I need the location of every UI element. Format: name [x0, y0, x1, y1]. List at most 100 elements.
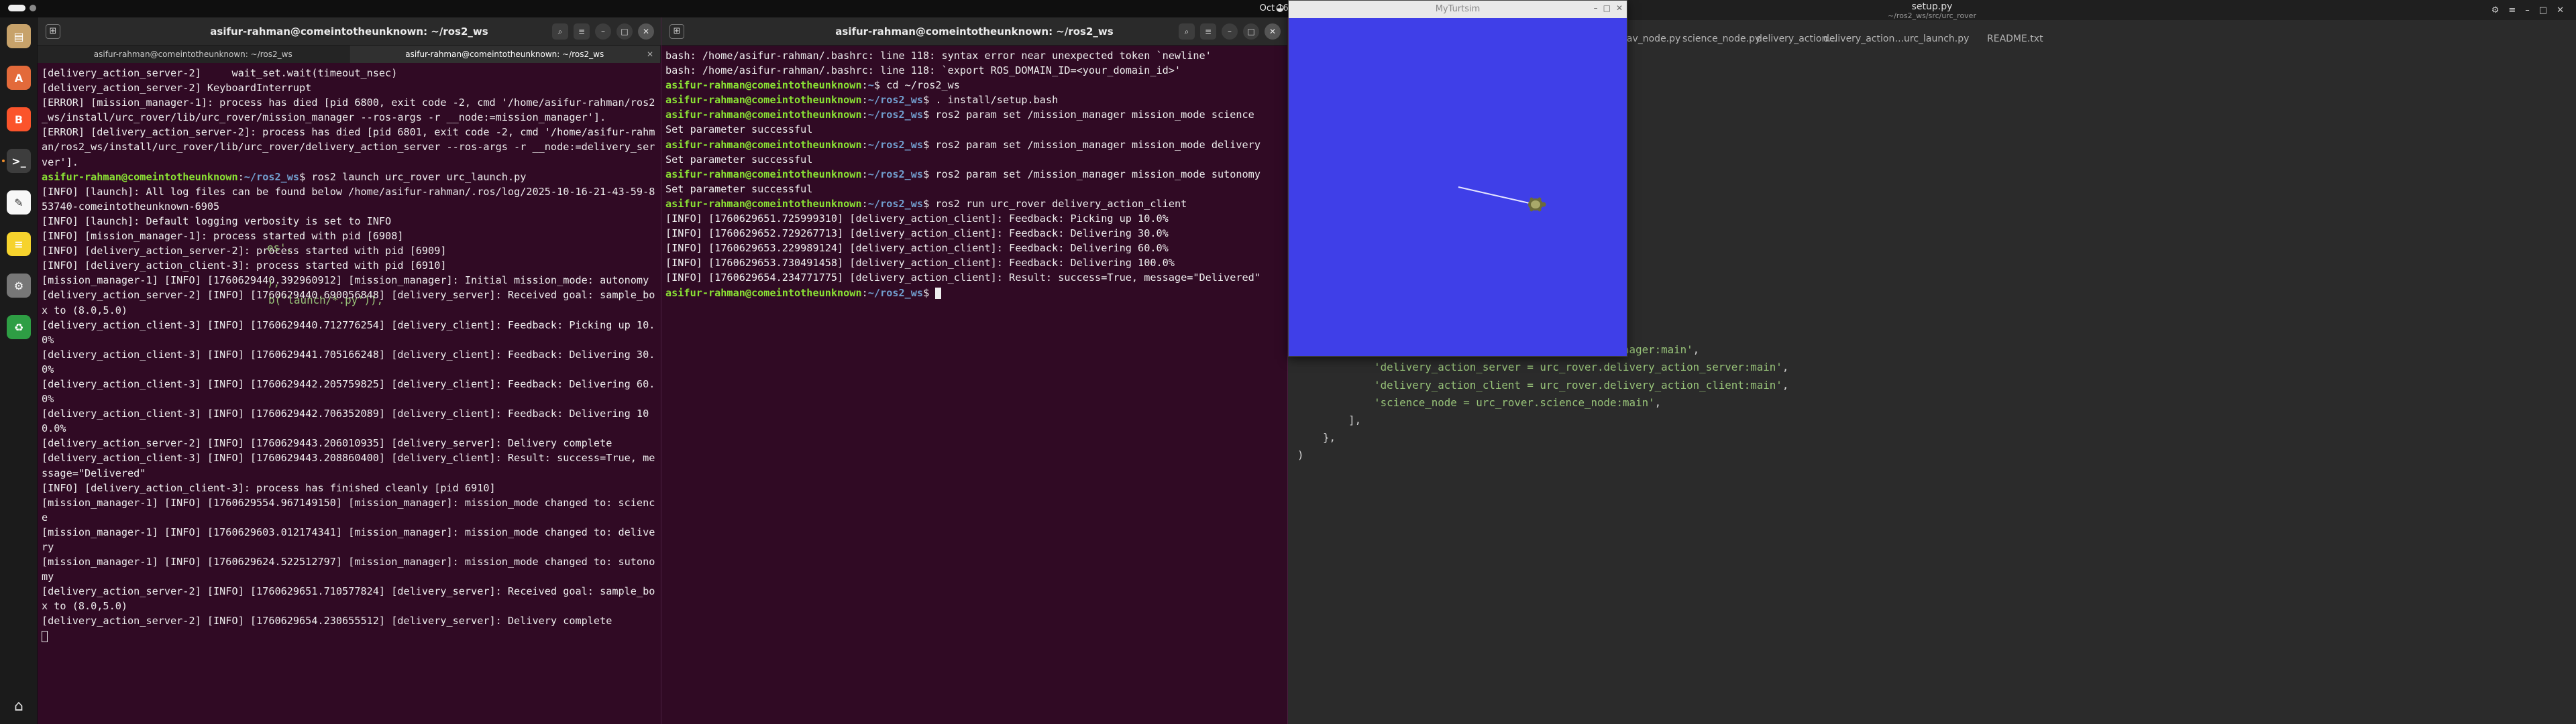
prompt-user: asifur-rahman@comeintotheunknown — [665, 138, 862, 151]
terminal-line: [delivery_action_server-2] KeyboardInter… — [42, 82, 312, 95]
code-line: ], — [1297, 412, 2559, 429]
command-text: ros2 run urc_rover delivery_action_clien… — [935, 197, 1187, 210]
terminal-line: [INFO] [mission_manager-1]: process star… — [42, 230, 404, 243]
terminal-line: [delivery_action_server-2] wait_set.wait… — [42, 67, 398, 79]
editor-tab[interactable]: urc_launch.py — [1904, 34, 1969, 44]
menu-icon[interactable]: ≡ — [1200, 23, 1216, 40]
terminal-tab-1[interactable]: asifur-rahman@comeintotheunknown: ~/ros2… — [38, 46, 350, 63]
terminal-icon[interactable]: >_ — [7, 149, 31, 173]
terminal-line: [INFO] [1760629652.729267713] [delivery_… — [665, 227, 1169, 240]
terminal-window-right[interactable]: ⊞ asifur-rahman@comeintotheunknown: ~/ro… — [661, 17, 1288, 724]
terminal-line: Set parameter successful — [665, 182, 813, 195]
maximize-icon[interactable]: □ — [2539, 5, 2547, 15]
prompt-user: asifur-rahman@comeintotheunknown — [42, 170, 238, 183]
code-token: , — [1693, 343, 1700, 357]
turtlesim-canvas — [1458, 186, 1546, 212]
app-a-icon[interactable]: A — [7, 66, 31, 90]
close-tab-icon[interactable]: ✕ — [647, 46, 653, 63]
prompt-sep: : — [861, 138, 868, 151]
turtlesim-titlebar: MyTurtsim – □ ✕ — [1289, 1, 1627, 18]
prompt-user: asifur-rahman@comeintotheunknown — [665, 94, 862, 107]
editor-tab[interactable]: delivery_action… — [1823, 34, 1904, 44]
minimize-icon[interactable]: – — [2525, 5, 2530, 15]
terminal-line: [delivery_action_client-3] [INFO] [17606… — [42, 408, 649, 435]
prompt-path: ~ — [867, 79, 874, 92]
terminal-line: asifur-rahman@comeintotheunknown:~/ros2_… — [665, 196, 1283, 211]
code-line: 'science_node = urc_rover.science_node:m… — [1297, 394, 2559, 412]
code-fragment: ), — [267, 276, 280, 289]
code-string: 'delivery_action_client = urc_rover.deli… — [1374, 378, 1782, 391]
terminal-line: asifur-rahman@comeintotheunknown:~$ cd ~… — [665, 78, 1283, 93]
terminal-output[interactable]: [delivery_action_server-2] wait_set.wait… — [38, 63, 661, 644]
maximize-icon[interactable]: □ — [616, 23, 633, 40]
terminal-line: [mission_manager-1] [INFO] [1760629554.9… — [42, 496, 655, 524]
prompt-symbol: $ — [923, 168, 936, 180]
code-string: 'science_node = urc_rover.science_node:m… — [1374, 396, 1655, 409]
editor-tab[interactable]: README.txt — [1987, 34, 2043, 44]
prompt-symbol: $ — [923, 138, 936, 151]
code-line: 'delivery_action_server = urc_rover.deli… — [1297, 359, 2559, 376]
terminal-window-left[interactable]: ⊞ asifur-rahman@comeintotheunknown: ~/ro… — [38, 17, 661, 724]
command-text: ros2 param set /mission_manager mission_… — [935, 109, 1254, 121]
close-icon[interactable]: ✕ — [638, 23, 654, 40]
close-icon[interactable]: ✕ — [1265, 23, 1281, 40]
terminal-line: asifur-rahman@comeintotheunknown:~/ros2_… — [42, 170, 657, 184]
code-token: }, — [1297, 431, 1336, 444]
terminal-line: [mission_manager-1] [INFO] [1760629440.3… — [42, 274, 649, 287]
terminal-line: [ERROR] [mission_manager-1]: process has… — [42, 97, 655, 124]
wifi-icon: ◒ — [1275, 3, 1285, 13]
gear-icon[interactable]: ⚙ — [2491, 5, 2500, 15]
code-fragment: es', — [267, 241, 293, 254]
terminal-line: [INFO] [launch]: All log files can be fo… — [42, 185, 655, 213]
code-token: ) — [1297, 448, 1304, 462]
terminal-line: [delivery_action_client-3] [INFO] [17606… — [42, 318, 655, 346]
running-indicator — [2, 160, 5, 162]
prompt-symbol: $ — [873, 79, 887, 92]
minimize-icon[interactable]: – — [1222, 23, 1238, 40]
terminal-line: asifur-rahman@comeintotheunknown:~/ros2_… — [665, 137, 1283, 152]
terminal-tab-2[interactable]: asifur-rahman@comeintotheunknown: ~/ros2… — [349, 46, 661, 63]
code-line: 'delivery_action_client = urc_rover.deli… — [1297, 377, 2559, 394]
close-icon[interactable]: ✕ — [1616, 3, 1623, 13]
prompt-user: asifur-rahman@comeintotheunknown — [665, 197, 862, 210]
minimize-icon[interactable]: – — [1594, 3, 1598, 13]
menu-icon[interactable]: ≡ — [574, 23, 590, 40]
show-apps-icon[interactable]: ⌂ — [7, 695, 31, 719]
menu-icon[interactable]: ≡ — [2508, 5, 2516, 15]
prompt-sep: : — [861, 94, 868, 107]
turtlesim-window[interactable]: MyTurtsim – □ ✕ — [1288, 0, 1627, 357]
terminal-line: asifur-rahman@comeintotheunknown:~/ros2_… — [665, 286, 1283, 300]
terminal-line: bash: /home/asifur-rahman/.bashrc: line … — [665, 64, 1181, 77]
close-icon[interactable]: ✕ — [2557, 5, 2564, 15]
terminal-line: [mission_manager-1] [INFO] [1760629624.5… — [42, 556, 655, 583]
terminal-line: [mission_manager-1] [INFO] [1760629603.0… — [42, 526, 655, 553]
notes-icon[interactable]: ≡ — [7, 232, 31, 256]
prompt-path: ~/ros2_ws — [867, 94, 924, 107]
turtlesim-title: MyTurtsim — [1435, 4, 1481, 14]
search-icon[interactable]: ⌕ — [1179, 23, 1195, 40]
code-fragment: b('launch/*.py')), — [268, 294, 384, 306]
maximize-icon[interactable]: □ — [1603, 3, 1611, 13]
editor-tab[interactable]: nav_node.py — [1621, 34, 1680, 44]
text-editor-icon[interactable]: ✎ — [7, 190, 31, 215]
brave-browser-icon[interactable]: B — [7, 107, 31, 131]
code-token: , — [1782, 378, 1789, 391]
minimize-icon[interactable]: – — [595, 23, 611, 40]
terminal-line: [INFO] [delivery_action_client-3]: proce… — [42, 481, 496, 494]
prompt-symbol: $ — [923, 94, 936, 107]
settings-icon[interactable]: ⚙ — [7, 274, 31, 298]
terminal-line: [INFO] [delivery_action_server-2]: proce… — [42, 245, 447, 257]
terminal-output[interactable]: bash: /home/asifur-rahman/.bashrc: line … — [661, 46, 1287, 300]
maximize-icon[interactable]: □ — [1243, 23, 1259, 40]
files-icon[interactable]: ▤ — [7, 24, 31, 48]
terminal-line: bash: /home/asifur-rahman/.bashrc: line … — [665, 50, 1212, 62]
search-icon[interactable]: ⌕ — [552, 23, 568, 40]
prompt-symbol: $ — [299, 170, 312, 183]
code-string: 'delivery_action_server = urc_rover.deli… — [1374, 361, 1782, 374]
editor-tab[interactable]: science_node.py — [1682, 34, 1760, 44]
recycle-icon[interactable]: ♻ — [7, 315, 31, 339]
prompt-sep: : — [237, 170, 244, 183]
turtle-icon — [1528, 197, 1546, 212]
terminal-line: [INFO] [1760629651.725999310] [delivery_… — [665, 213, 1169, 225]
